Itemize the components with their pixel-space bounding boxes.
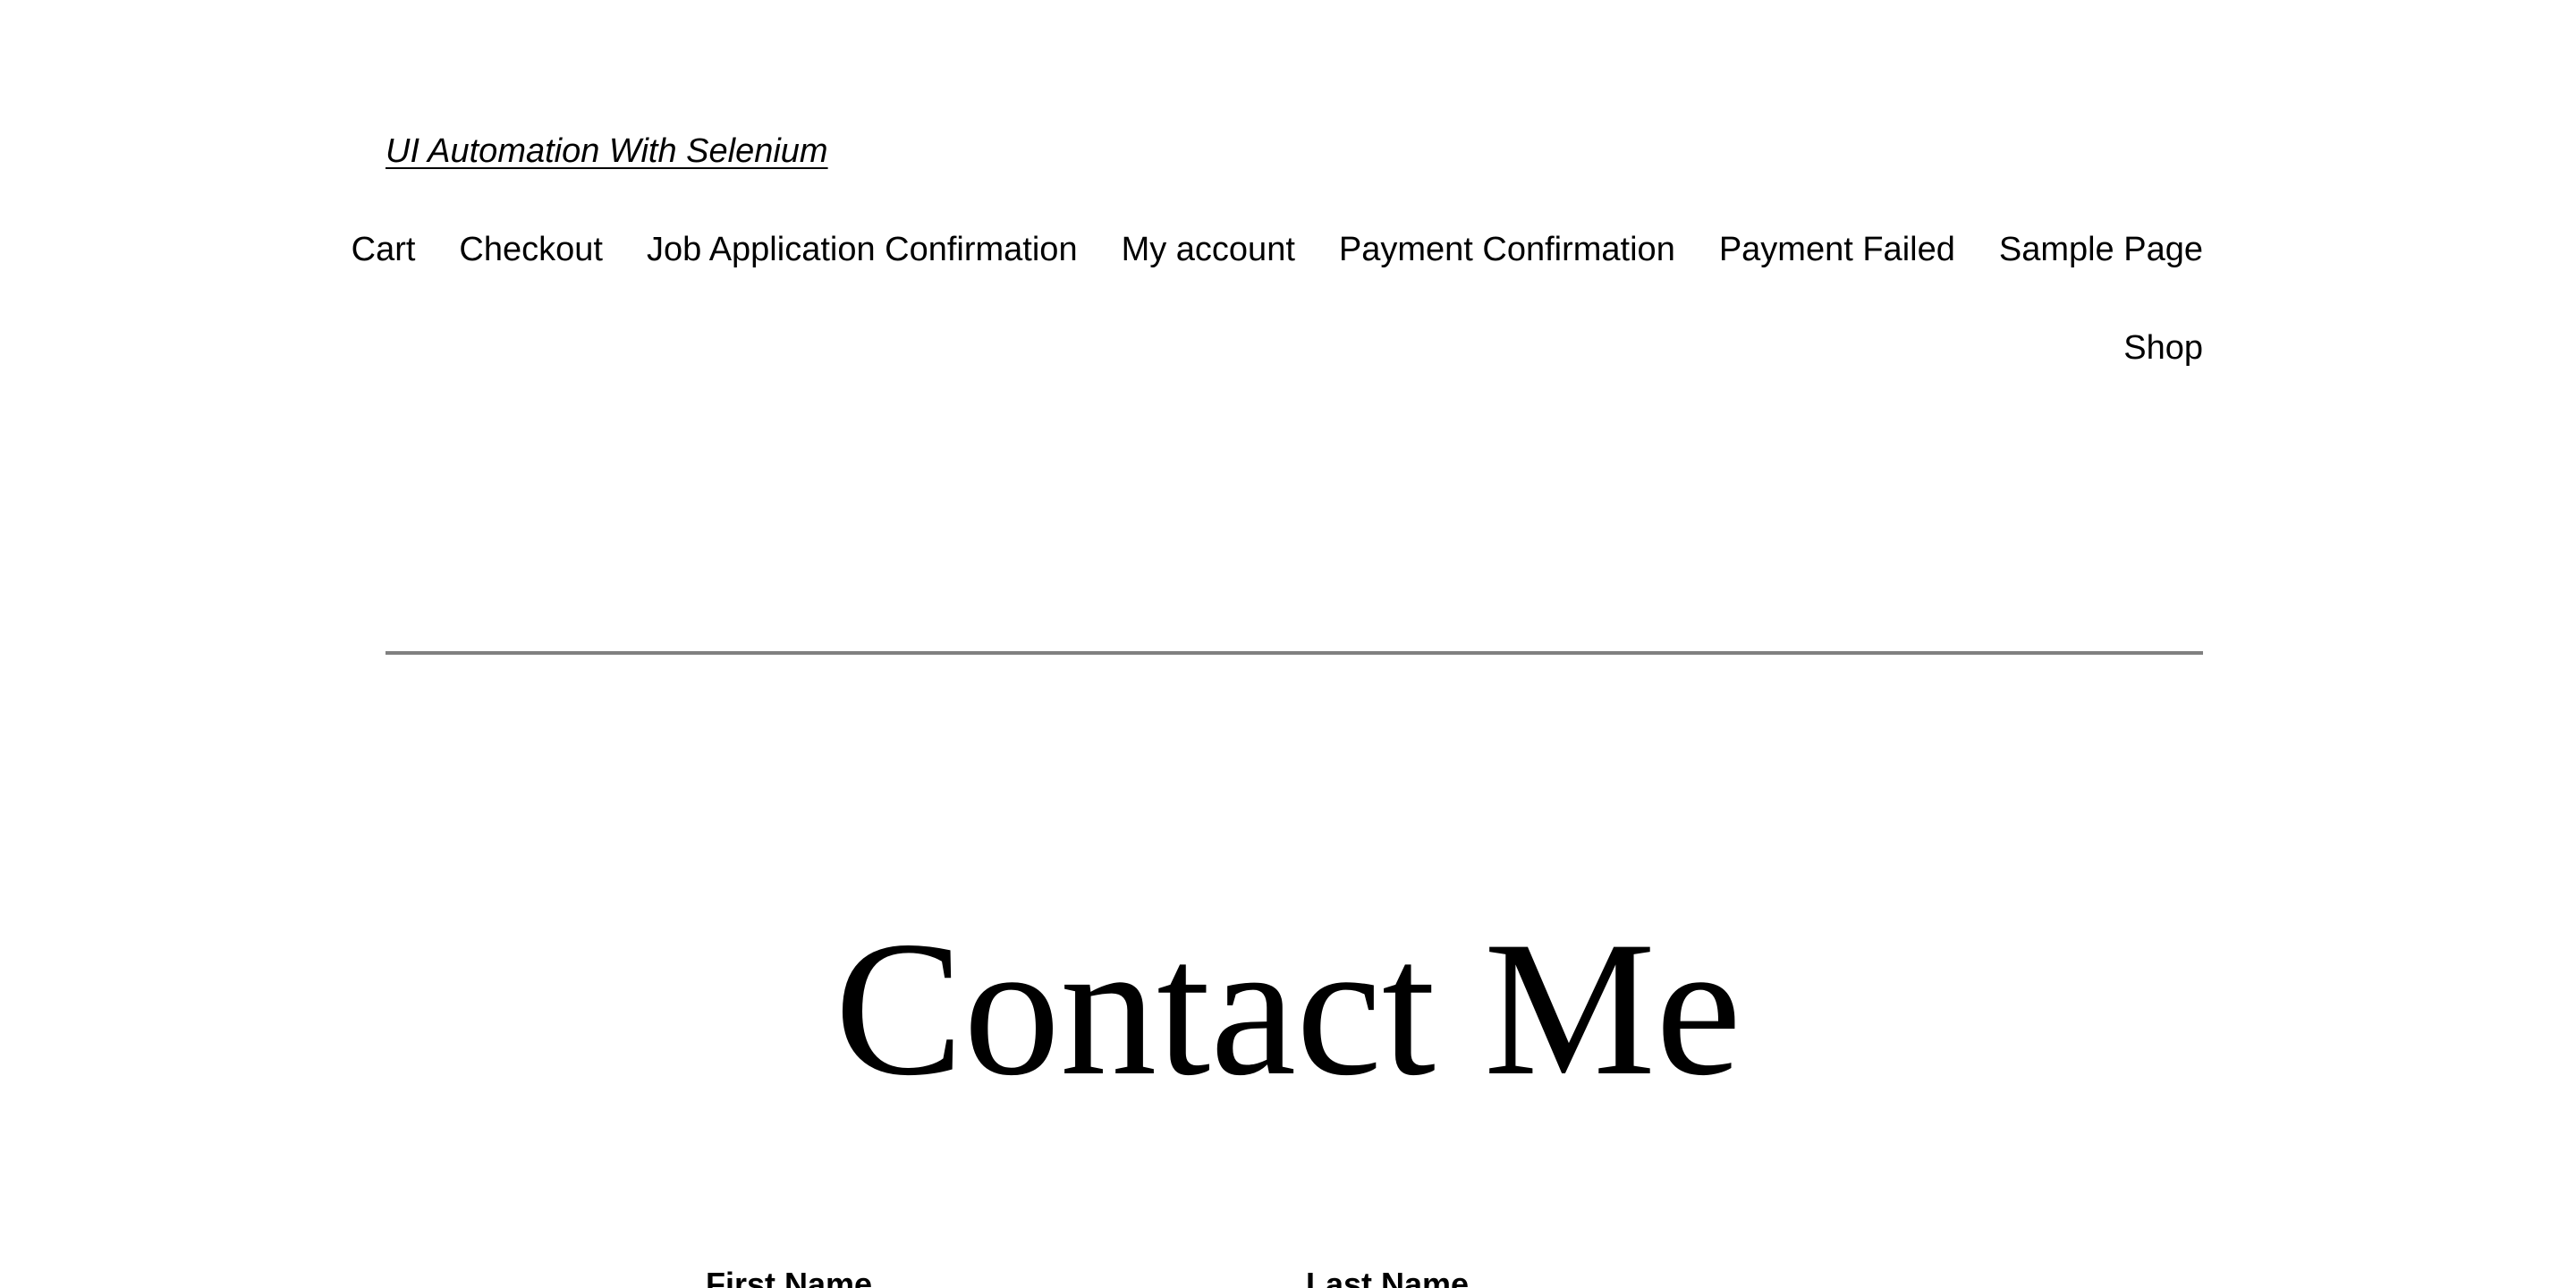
first-name-label: First Name (706, 1266, 873, 1288)
last-name-label: Last Name (1306, 1266, 1470, 1288)
page-title: Contact Me (835, 902, 1741, 1115)
nav-item-shop[interactable]: Shop (2123, 331, 2203, 365)
nav-item-my-account[interactable]: My account (1122, 233, 1295, 267)
nav-item-checkout[interactable]: Checkout (459, 233, 603, 267)
nav-item-cart[interactable]: Cart (352, 233, 416, 267)
site-title-link[interactable]: UI Automation With Selenium (386, 134, 828, 168)
nav-item-sample-page[interactable]: Sample Page (1999, 233, 2203, 267)
nav-item-job-application-confirmation[interactable]: Job Application Confirmation (647, 233, 1078, 267)
header-divider (386, 651, 2203, 655)
nav-item-payment-confirmation[interactable]: Payment Confirmation (1339, 233, 1675, 267)
primary-navigation: Cart Checkout Job Application Confirmati… (325, 233, 2203, 365)
nav-item-payment-failed[interactable]: Payment Failed (1719, 233, 1955, 267)
